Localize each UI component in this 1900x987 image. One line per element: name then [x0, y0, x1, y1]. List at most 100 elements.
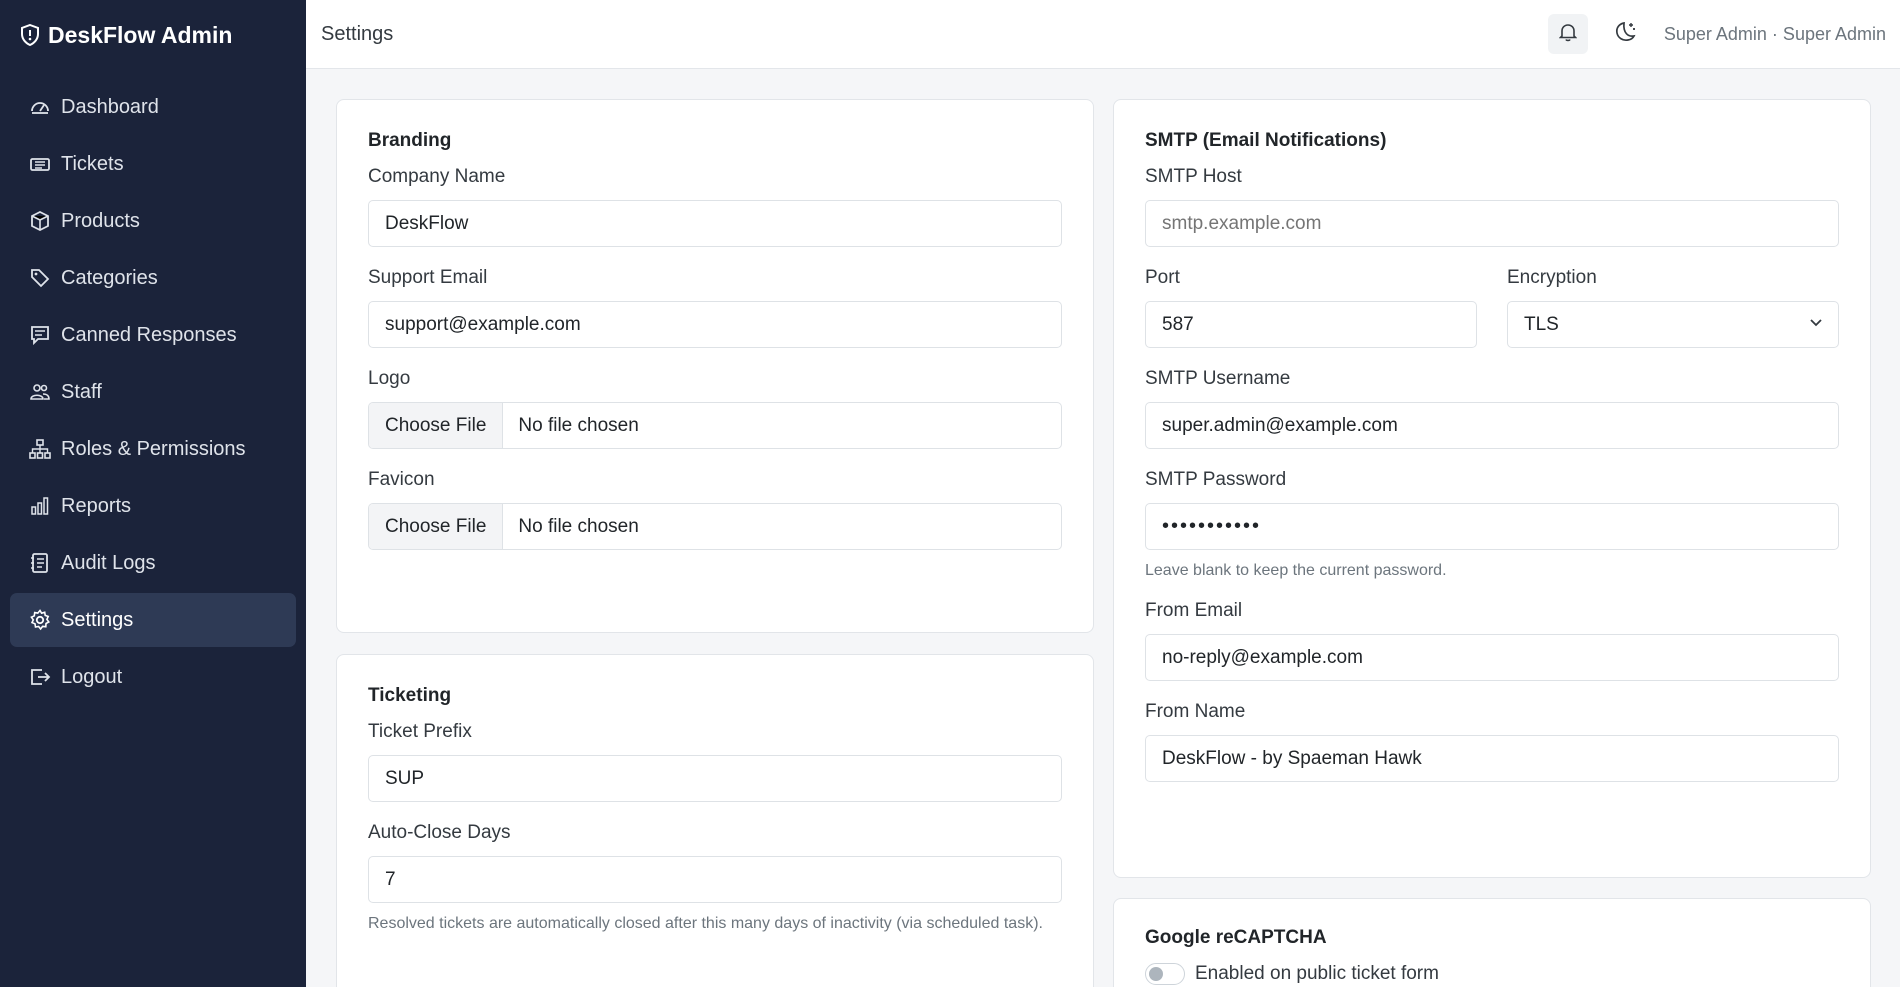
- smtp-host-group: SMTP Host: [1145, 166, 1839, 247]
- topbar: Settings Super Admin · Super Admin: [306, 0, 1900, 69]
- recaptcha-card: Google reCAPTCHA Enabled on public ticke…: [1113, 898, 1871, 987]
- sidebar-item-label: Settings: [61, 608, 134, 631]
- port-encryption-row: Port 587 Encryption TLS: [1145, 267, 1839, 368]
- port-group: Port 587: [1145, 267, 1477, 348]
- encryption-label: Encryption: [1507, 267, 1597, 288]
- ticket-prefix-label: Ticket Prefix: [368, 721, 472, 742]
- brand[interactable]: DeskFlow Admin: [0, 0, 306, 70]
- bell-icon: [1558, 22, 1578, 47]
- port-input[interactable]: 587: [1145, 301, 1477, 348]
- smtp-host-label: SMTP Host: [1145, 166, 1242, 187]
- theme-toggle-button[interactable]: [1606, 14, 1646, 54]
- sidebar-item-label: Canned Responses: [61, 323, 237, 346]
- from-name-input[interactable]: DeskFlow - by Spaeman Hawk: [1145, 735, 1839, 782]
- sidebar-item-settings[interactable]: Settings: [10, 593, 296, 647]
- company-name-label: Company Name: [368, 166, 506, 187]
- sidebar-item-categories[interactable]: Categories: [10, 251, 296, 305]
- ticket-prefix-input[interactable]: SUP: [368, 755, 1062, 802]
- ticketing-title: Ticketing: [368, 685, 452, 706]
- sidebar-item-canned-responses[interactable]: Canned Responses: [10, 308, 296, 362]
- smtp-password-group: SMTP Password ••••••••••• Leave blank to…: [1145, 469, 1839, 584]
- sidebar-item-dashboard[interactable]: Dashboard: [10, 80, 296, 134]
- logo-label: Logo: [368, 368, 411, 389]
- favicon-file-status: No file chosen: [518, 515, 639, 537]
- logo-file-status: No file chosen: [518, 414, 639, 436]
- sidebar-item-reports[interactable]: Reports: [10, 479, 296, 533]
- from-name-label: From Name: [1145, 701, 1246, 722]
- user-menu[interactable]: Super Admin · Super Admin: [1664, 24, 1886, 45]
- from-name-group: From Name DeskFlow - by Spaeman Hawk: [1145, 701, 1839, 782]
- favicon-group: Favicon Choose File No file chosen: [368, 469, 1062, 550]
- from-email-label: From Email: [1145, 600, 1243, 621]
- smtp-card: SMTP (Email Notifications) SMTP Host Por…: [1113, 99, 1871, 878]
- smtp-username-label: SMTP Username: [1145, 368, 1291, 389]
- sidebar-item-logout[interactable]: Logout: [10, 650, 296, 704]
- sidebar-item-staff[interactable]: Staff: [10, 365, 296, 419]
- chevron-down-icon: [1808, 314, 1824, 336]
- sidebar-item-label: Audit Logs: [61, 551, 156, 574]
- sidebar-item-label: Staff: [61, 380, 102, 403]
- sidebar-item-products[interactable]: Products: [10, 194, 296, 248]
- notifications-button[interactable]: [1547, 14, 1588, 54]
- company-name-group: Company Name DeskFlow: [368, 166, 1062, 247]
- moon-stars-icon: [1614, 20, 1638, 49]
- speedometer-icon: [29, 96, 51, 118]
- sidebar-item-audit-logs[interactable]: Audit Logs: [10, 536, 296, 590]
- sidebar-item-label: Dashboard: [61, 95, 159, 118]
- recaptcha-title: Google reCAPTCHA: [1145, 927, 1327, 948]
- ticket-prefix-group: Ticket Prefix SUP: [368, 721, 1062, 802]
- sidebar-item-label: Products: [61, 209, 140, 232]
- recaptcha-toggle-row: Enabled on public ticket form: [1145, 963, 1839, 985]
- auto-close-help: Resolved tickets are automatically close…: [368, 915, 1043, 932]
- diagram-icon: [29, 438, 51, 460]
- support-email-input[interactable]: support@example.com: [368, 301, 1062, 348]
- tag-icon: [29, 267, 51, 289]
- port-label: Port: [1145, 267, 1180, 288]
- smtp-password-label: SMTP Password: [1145, 469, 1287, 490]
- sidebar-item-roles-permissions[interactable]: Roles & Permissions: [10, 422, 296, 476]
- logout-icon: [29, 666, 51, 688]
- topbar-actions: Super Admin · Super Admin: [1547, 14, 1900, 54]
- logo-file-input[interactable]: Choose File No file chosen: [368, 402, 1062, 449]
- sidebar: DeskFlow Admin Dashboard Tickets Product…: [0, 0, 306, 987]
- sidebar-item-label: Logout: [61, 665, 123, 688]
- auto-close-group: Auto-Close Days 7 Resolved tickets are a…: [368, 822, 1062, 937]
- box-icon: [29, 210, 51, 232]
- auto-close-label: Auto-Close Days: [368, 822, 511, 843]
- branding-card: Branding Company Name DeskFlow Support E…: [336, 99, 1094, 633]
- smtp-username-group: SMTP Username super.admin@example.com: [1145, 368, 1839, 449]
- encryption-select[interactable]: TLS: [1507, 301, 1839, 348]
- logo-choose-file-button[interactable]: Choose File: [369, 403, 504, 448]
- smtp-password-input[interactable]: •••••••••••: [1145, 503, 1839, 550]
- from-email-group: From Email no-reply@example.com: [1145, 600, 1839, 681]
- support-email-group: Support Email support@example.com: [368, 267, 1062, 348]
- sidebar-item-label: Categories: [61, 266, 158, 289]
- journal-icon: [29, 552, 51, 574]
- brand-name: DeskFlow Admin: [48, 21, 233, 48]
- encryption-group: Encryption TLS: [1507, 267, 1839, 348]
- shield-icon: [20, 24, 40, 46]
- auto-close-input[interactable]: 7: [368, 856, 1062, 903]
- favicon-choose-file-button[interactable]: Choose File: [369, 504, 504, 549]
- people-icon: [29, 381, 51, 403]
- branding-title: Branding: [368, 130, 452, 151]
- sidebar-item-label: Tickets: [61, 152, 124, 175]
- smtp-host-input[interactable]: [1145, 200, 1839, 247]
- support-email-label: Support Email: [368, 267, 488, 288]
- sidebar-item-label: Reports: [61, 494, 132, 517]
- recaptcha-toggle[interactable]: [1145, 963, 1185, 985]
- encryption-value: TLS: [1524, 313, 1559, 335]
- ticketing-card: Ticketing Ticket Prefix SUP Auto-Close D…: [336, 654, 1094, 987]
- chat-icon: [29, 324, 51, 346]
- company-name-input[interactable]: DeskFlow: [368, 200, 1062, 247]
- from-email-input[interactable]: no-reply@example.com: [1145, 634, 1839, 681]
- sidebar-nav: Dashboard Tickets Products Categories Ca…: [0, 70, 306, 704]
- gear-icon: [29, 609, 51, 631]
- smtp-password-help: Leave blank to keep the current password…: [1145, 562, 1447, 579]
- smtp-title: SMTP (Email Notifications): [1145, 130, 1387, 151]
- sidebar-item-label: Roles & Permissions: [61, 437, 246, 460]
- page-title: Settings: [321, 22, 394, 45]
- smtp-username-input[interactable]: super.admin@example.com: [1145, 402, 1839, 449]
- sidebar-item-tickets[interactable]: Tickets: [10, 137, 296, 191]
- favicon-file-input[interactable]: Choose File No file chosen: [368, 503, 1062, 550]
